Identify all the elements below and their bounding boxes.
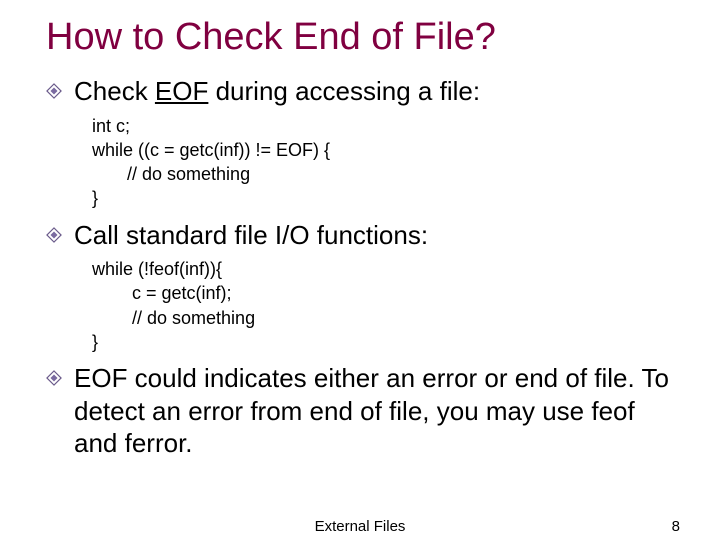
bullet-1-post: during accessing a file: — [208, 76, 480, 106]
bullet-item-1: Check EOF during accessing a file: — [46, 75, 682, 108]
bullet-text-1: Check EOF during accessing a file: — [74, 75, 480, 108]
slide: How to Check End of File? Check EOF duri… — [0, 0, 720, 540]
bullet-item-3: EOF could indicates either an error or e… — [46, 362, 682, 460]
bullet-text-3: EOF could indicates either an error or e… — [74, 362, 682, 460]
code-block-2: while (!feof(inf)){ c = getc(inf); // do… — [92, 257, 682, 354]
code-block-1: int c; while ((c = getc(inf)) != EOF) { … — [92, 114, 682, 211]
diamond-bullet-icon — [46, 370, 62, 386]
bullet-1-underline: EOF — [155, 76, 208, 106]
bullet-item-2: Call standard file I/O functions: — [46, 219, 682, 252]
page-number: 8 — [672, 518, 680, 535]
diamond-bullet-icon — [46, 83, 62, 99]
footer-center-text: External Files — [315, 518, 406, 535]
bullet-1-pre: Check — [74, 76, 155, 106]
bullet-text-2: Call standard file I/O functions: — [74, 219, 428, 252]
slide-title: How to Check End of File? — [46, 16, 682, 59]
diamond-bullet-icon — [46, 227, 62, 243]
